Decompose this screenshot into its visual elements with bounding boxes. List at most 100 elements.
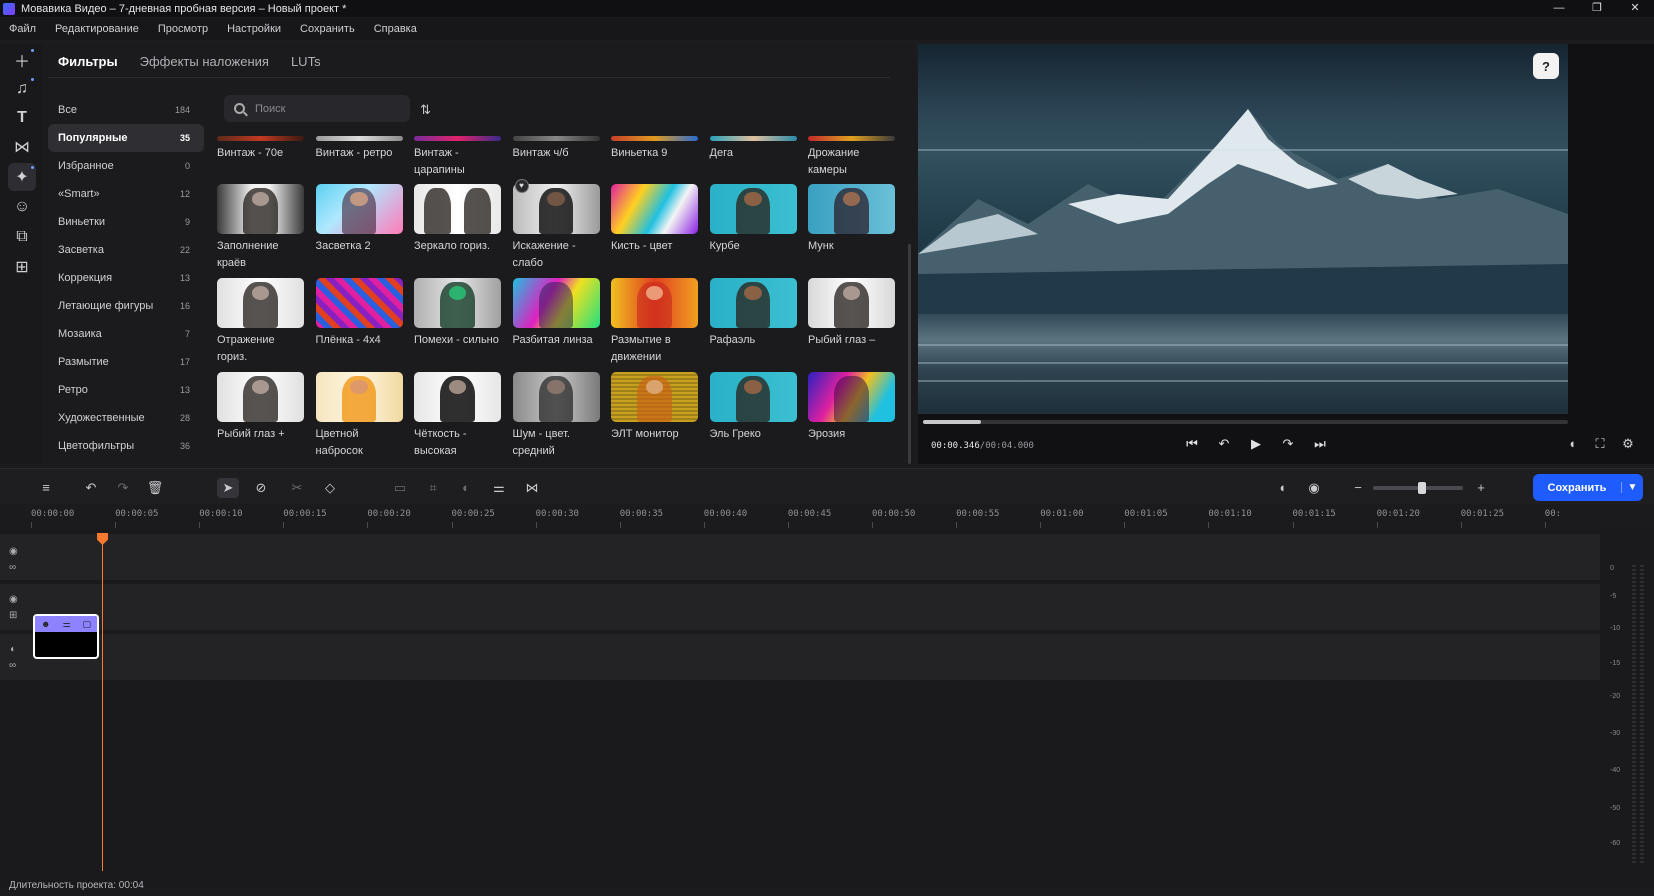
- audio-mute-icon[interactable]: ◖: [1271, 478, 1293, 498]
- titles-icon[interactable]: T: [8, 104, 36, 132]
- transitions-icon[interactable]: ⋈: [8, 133, 36, 161]
- filter-card[interactable]: Виньетка 9: [611, 136, 699, 184]
- eye-icon[interactable]: ◉: [9, 594, 18, 605]
- filter-card[interactable]: ЭЛТ монитор: [611, 372, 699, 464]
- fullscreen-icon[interactable]: ⛶: [1586, 436, 1614, 452]
- track-lane-title[interactable]: [0, 534, 1600, 580]
- timeline-zoom-slider[interactable]: [1373, 482, 1463, 494]
- menu-view[interactable]: Просмотр: [158, 23, 208, 35]
- volume-icon[interactable]: ◖: [1558, 436, 1586, 452]
- filter-card[interactable]: Размытие в движении: [611, 278, 699, 372]
- timeline-ruler[interactable]: 00:00:00 00:00:05 00:00:10 00:00:15 00:00:20…: [0, 504, 1654, 530]
- skip-to-end-icon[interactable]: ⏭: [1304, 436, 1336, 452]
- select-cursor-icon[interactable]: ➤: [217, 478, 239, 498]
- category-item[interactable]: Виньетки 9: [48, 208, 204, 236]
- delete-trash-icon[interactable]: 🗑: [144, 478, 166, 498]
- step-back-icon[interactable]: ↶: [1208, 436, 1240, 452]
- category-item[interactable]: Коррекция 13: [48, 264, 204, 292]
- filter-card[interactable]: Плёнка - 4x4: [315, 278, 404, 372]
- category-item[interactable]: Все 184: [48, 96, 204, 124]
- category-item[interactable]: Мозаика 7: [48, 320, 204, 348]
- crop-icon[interactable]: ⌗: [422, 478, 444, 498]
- music-icon[interactable]: ♫: [8, 75, 36, 103]
- record-voice-icon[interactable]: ◉: [1303, 478, 1325, 498]
- category-item[interactable]: Художественные 28: [48, 404, 204, 432]
- category-item[interactable]: Цветофильтры 36: [48, 432, 204, 460]
- store-bag-icon[interactable]: ⧉: [8, 223, 36, 251]
- filter-card[interactable]: Засветка 2: [315, 184, 404, 278]
- link-icon[interactable]: ∞: [9, 660, 16, 671]
- filter-card[interactable]: Мунк: [808, 184, 896, 278]
- more-tools-grid-icon[interactable]: ⊞: [8, 253, 36, 281]
- cut-scissors-icon[interactable]: ✂: [286, 478, 308, 498]
- filter-card[interactable]: Рафаэль: [709, 278, 798, 372]
- category-item[interactable]: Летающие фигуры 16: [48, 292, 204, 320]
- settings-gear-icon[interactable]: ⚙: [1614, 436, 1642, 452]
- marker-shield-icon[interactable]: ◇: [319, 478, 341, 498]
- zoom-in-icon[interactable]: +: [1470, 478, 1492, 498]
- help-icon[interactable]: ?: [1533, 53, 1559, 79]
- chevron-down-icon[interactable]: ▼: [1621, 482, 1643, 493]
- close-icon[interactable]: ✕: [1616, 0, 1654, 17]
- filter-card[interactable]: Винтаж ч/б: [512, 136, 601, 184]
- speaker-icon[interactable]: ◖: [9, 644, 15, 655]
- category-item[interactable]: Засветка 22: [48, 236, 204, 264]
- save-button[interactable]: Сохранить ▼: [1533, 474, 1643, 501]
- playback-progress[interactable]: [923, 420, 1568, 424]
- minimize-icon[interactable]: —: [1540, 0, 1578, 17]
- filter-card[interactable]: Эль Греко: [709, 372, 798, 464]
- step-forward-icon[interactable]: ↷: [1272, 436, 1304, 452]
- undo-icon[interactable]: ↶: [80, 478, 102, 498]
- filter-card[interactable]: Цветной набросок: [315, 372, 404, 464]
- category-item[interactable]: Популярные 35: [48, 124, 204, 152]
- lock-icon[interactable]: ⊞: [9, 610, 17, 621]
- tab-luts[interactable]: LUTs: [291, 54, 321, 69]
- caption-icon[interactable]: ▭: [389, 478, 411, 498]
- filter-card[interactable]: Отражение гориз.: [217, 278, 305, 372]
- transition-wizard-icon[interactable]: ⋈: [521, 478, 543, 498]
- track-lane-video[interactable]: [0, 584, 1600, 630]
- category-item[interactable]: Ретро 13: [48, 376, 204, 404]
- filter-card[interactable]: Зеркало гориз.: [414, 184, 502, 278]
- menu-edit[interactable]: Редактирование: [55, 23, 139, 35]
- category-item[interactable]: «Smart» 12: [48, 180, 204, 208]
- filter-card[interactable]: Шум - цвет. средний: [512, 372, 601, 464]
- tab-filters[interactable]: Фильтры: [58, 54, 118, 69]
- filter-card[interactable]: Эрозия: [808, 372, 896, 464]
- track-lane-audio[interactable]: [0, 634, 1600, 680]
- playhead-line[interactable]: [102, 535, 103, 871]
- menu-settings[interactable]: Настройки: [227, 23, 281, 35]
- search-input[interactable]: [255, 102, 405, 115]
- stickers-smiley-icon[interactable]: ☺: [8, 193, 36, 221]
- filters-scrollbar[interactable]: [908, 244, 911, 464]
- menu-help[interactable]: Справка: [374, 23, 417, 35]
- menu-save[interactable]: Сохранить: [300, 23, 355, 35]
- category-item[interactable]: Избранное 0: [48, 152, 204, 180]
- add-track-icon[interactable]: ≡: [35, 478, 57, 498]
- filter-card[interactable]: Чёткость - высокая: [414, 372, 502, 464]
- skip-to-start-icon[interactable]: ⏮: [1176, 436, 1208, 452]
- menu-file[interactable]: Файл: [9, 23, 36, 35]
- sort-icon[interactable]: ⇅: [420, 102, 431, 118]
- link-icon[interactable]: ∞: [9, 562, 16, 573]
- filter-card[interactable]: Рыбий глаз –: [808, 278, 896, 372]
- filter-card[interactable]: Курбе: [709, 184, 798, 278]
- play-icon[interactable]: ▶: [1240, 436, 1272, 452]
- filter-card[interactable]: Дрожание камеры: [808, 136, 896, 184]
- restore-icon[interactable]: ❐: [1578, 0, 1616, 17]
- favorite-heart-icon[interactable]: ♥: [514, 179, 529, 193]
- color-adjust-icon[interactable]: ◐: [455, 478, 477, 498]
- zoom-out-icon[interactable]: −: [1347, 478, 1369, 498]
- filter-card[interactable]: Винтаж - ретро: [315, 136, 404, 184]
- filter-card[interactable]: Разбитая линза: [512, 278, 601, 372]
- tab-overlay-effects[interactable]: Эффекты наложения: [140, 54, 269, 69]
- filter-card[interactable]: Заполнение краёв: [217, 184, 305, 278]
- filters-magic-wand-icon[interactable]: ✦: [8, 163, 36, 191]
- import-plus-icon[interactable]: ＋: [8, 46, 36, 74]
- category-item[interactable]: Размытие 17: [48, 348, 204, 376]
- filter-card[interactable]: Помехи - сильно: [414, 278, 502, 372]
- video-clip[interactable]: ☻ ⚌ ▢: [33, 614, 99, 659]
- filter-card[interactable]: Рыбий глаз +: [217, 372, 305, 464]
- filter-card[interactable]: Винтаж - 70е: [217, 136, 305, 184]
- clip-properties-sliders-icon[interactable]: ⚌: [488, 478, 510, 498]
